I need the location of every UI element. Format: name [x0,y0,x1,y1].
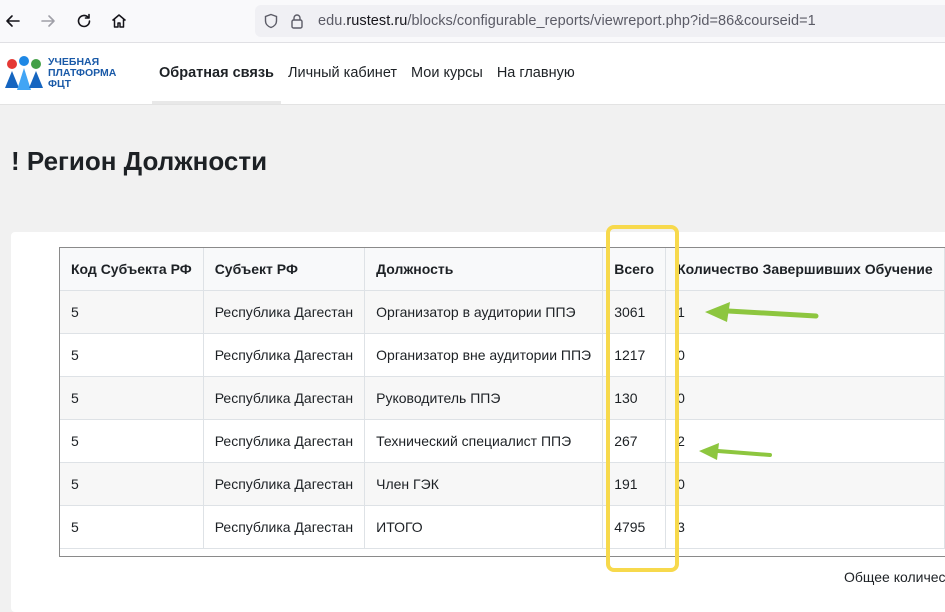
url-text[interactable]: edu.rustest.ru/blocks/configurable_repor… [318,13,816,29]
header-total: Всего [602,247,667,291]
cell-completed: 0 [665,376,945,420]
cell-region-code: 5 [59,290,204,334]
cell-region-code: 5 [59,376,204,420]
cell-region-code: 5 [59,505,204,549]
primary-navigation: Обратная связь Личный кабинет Мои курсы … [152,43,582,104]
back-arrow-icon[interactable] [1,9,25,33]
cell-total: 3061 [602,290,667,334]
table-row: 5 Республика Дагестан Руководитель ППЭ 1… [59,376,945,420]
header-region: Субъект РФ [202,247,366,291]
site-header: УЧЕБНАЯ ПЛАТФОРМА ФЦТ Обратная связь Лич… [0,43,945,105]
cell-position: Организатор вне аудитории ППЭ [364,333,604,377]
url-bar[interactable]: edu.rustest.ru/blocks/configurable_repor… [255,5,945,37]
table-header-row: Код Субъекта РФ Субъект РФ Должность Все… [59,247,945,291]
table-row: 5 Республика Дагестан Организатор вне ау… [59,333,945,377]
cell-region: Республика Дагестан [202,333,366,377]
people-logo-icon [5,56,43,90]
cell-total: 267 [602,419,667,463]
cell-region: Республика Дагестан [202,419,366,463]
cell-region-code: 5 [59,333,204,377]
lock-icon[interactable] [290,13,304,34]
reload-icon[interactable] [72,9,96,33]
cell-position: Руководитель ППЭ [364,376,604,420]
page-title: ! Регион Должности [11,146,268,176]
cell-total: 130 [602,376,667,420]
forward-arrow-icon[interactable] [36,9,60,33]
cell-region: Республика Дагестан [202,376,366,420]
cell-position: Технический специалист ППЭ [364,419,604,463]
header-position: Должность [364,247,604,291]
cell-total: 4795 [602,505,667,549]
cell-completed: 0 [665,462,945,506]
nav-item-personal-account[interactable]: Личный кабинет [281,43,404,104]
cell-completed: 2 [665,419,945,463]
report-table: Код Субъекта РФ Субъект РФ Должность Все… [59,247,945,549]
cell-total: 191 [602,462,667,506]
cell-completed: 1 [665,290,945,334]
nav-item-feedback[interactable]: Обратная связь [152,43,281,104]
table-row-total: 5 Республика Дагестан ИТОГО 4795 3 [59,505,945,549]
cell-position: ИТОГО [364,505,604,549]
header-completed: Количество Завершивших Обучение [665,247,945,291]
footer-total-count-text: Общее количес [844,569,945,585]
nav-item-home[interactable]: На главную [490,43,582,104]
home-icon[interactable] [107,9,131,33]
cell-total: 1217 [602,333,667,377]
tracking-shield-icon[interactable] [263,13,279,34]
table-row: 5 Республика Дагестан Технический специа… [59,419,945,463]
platform-logo[interactable]: УЧЕБНАЯ ПЛАТФОРМА ФЦТ [2,53,127,93]
header-region-code: Код Субъекта РФ [59,247,204,291]
logo-line-3: ФЦТ [48,78,72,90]
browser-toolbar: edu.rustest.ru/blocks/configurable_repor… [0,0,945,43]
cell-region-code: 5 [59,462,204,506]
cell-completed: 3 [665,505,945,549]
cell-region: Республика Дагестан [202,505,366,549]
cell-position: Организатор в аудитории ППЭ [364,290,604,334]
nav-item-my-courses[interactable]: Мои курсы [404,43,490,104]
cell-position: Член ГЭК [364,462,604,506]
cell-region: Республика Дагестан [202,462,366,506]
cell-region-code: 5 [59,419,204,463]
cell-region: Республика Дагестан [202,290,366,334]
table-row: 5 Республика Дагестан Организатор в ауди… [59,290,945,334]
table-row: 5 Республика Дагестан Член ГЭК 191 0 [59,462,945,506]
cell-completed: 0 [665,333,945,377]
